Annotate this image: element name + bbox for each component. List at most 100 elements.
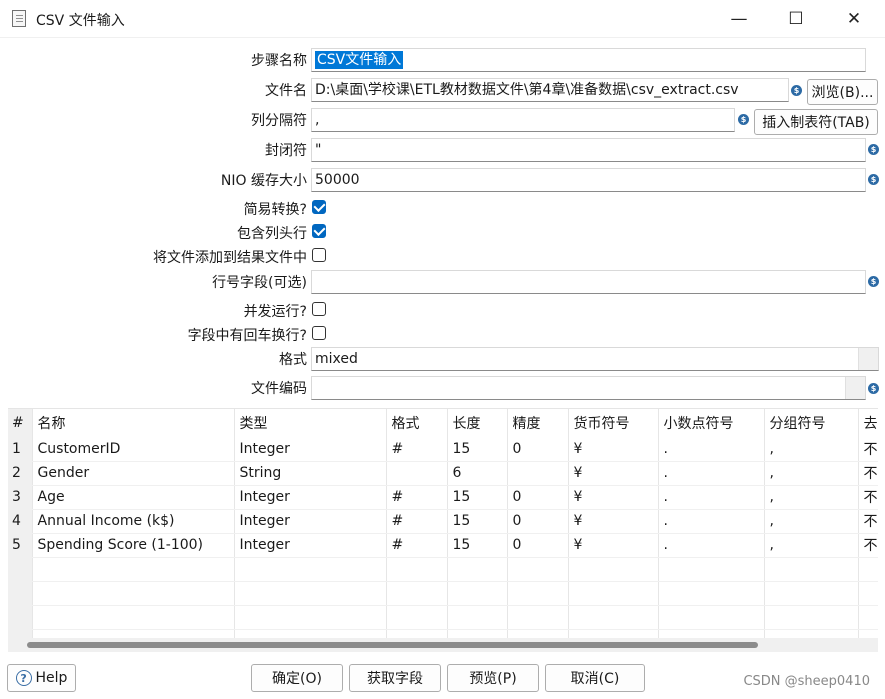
table-cell[interactable]	[386, 605, 448, 630]
lazy-conversion-checkbox[interactable]	[312, 200, 326, 214]
table-cell[interactable]: Integer	[234, 437, 387, 462]
table-cell[interactable]	[507, 557, 569, 582]
table-cell[interactable]: 15	[447, 485, 508, 510]
table-cell[interactable]: 不去	[858, 437, 878, 462]
format-select[interactable]: mixed	[311, 347, 879, 371]
table-cell[interactable]: .	[658, 461, 765, 486]
format-dropdown-arrow-icon[interactable]	[858, 348, 878, 370]
table-cell[interactable]: Annual Income (k$)	[32, 509, 235, 534]
help-button[interactable]: ? Help	[7, 664, 76, 692]
column-header[interactable]: 格式	[386, 409, 448, 437]
variable-icon[interactable]: $	[868, 174, 879, 185]
column-header[interactable]: 名称	[32, 409, 235, 437]
column-header[interactable]: 分组符号	[764, 409, 859, 437]
table-cell[interactable]	[32, 581, 235, 606]
table-cell[interactable]	[858, 557, 878, 582]
table-cell[interactable]	[568, 605, 659, 630]
table-cell[interactable]: .	[658, 533, 765, 558]
table-cell[interactable]: #	[386, 437, 448, 462]
table-cell[interactable]	[658, 581, 765, 606]
minimize-button[interactable]: —	[710, 0, 768, 38]
close-button[interactable]: ✕	[825, 0, 883, 38]
maximize-button[interactable]: ☐	[767, 0, 825, 38]
table-cell[interactable]	[447, 605, 508, 630]
table-cell[interactable]: 0	[507, 509, 569, 534]
table-cell[interactable]	[507, 461, 569, 486]
column-header[interactable]: 去除	[858, 409, 878, 437]
header-row-checkbox[interactable]	[312, 224, 326, 238]
variable-icon[interactable]: $	[868, 383, 879, 394]
table-cell[interactable]: .	[658, 509, 765, 534]
table-cell[interactable]	[764, 557, 859, 582]
table-row[interactable]	[8, 557, 878, 582]
table-cell[interactable]: 不去	[858, 509, 878, 534]
enclosure-input[interactable]: "	[311, 138, 866, 162]
newline-in-field-checkbox[interactable]	[312, 326, 326, 340]
table-cell[interactable]	[568, 581, 659, 606]
table-cell[interactable]: Gender	[32, 461, 235, 486]
column-header[interactable]: #	[8, 409, 33, 437]
column-header[interactable]: 类型	[234, 409, 387, 437]
table-cell[interactable]	[658, 605, 765, 630]
filename-input[interactable]: D:\桌面\学校课\ETL教材数据文件\第4章\准备数据\csv_extract…	[311, 78, 789, 102]
table-cell[interactable]	[32, 605, 235, 630]
table-row[interactable]: 2GenderString 6 ¥.,不去	[8, 461, 878, 486]
table-cell[interactable]: #	[386, 485, 448, 510]
variable-icon[interactable]: $	[868, 144, 879, 155]
nio-buffer-input[interactable]: 50000	[311, 168, 866, 192]
table-cell[interactable]	[447, 581, 508, 606]
insert-tab-button[interactable]: 插入制表符(TAB)	[754, 109, 878, 135]
table-cell[interactable]: 不去	[858, 461, 878, 486]
table-cell[interactable]	[234, 581, 387, 606]
table-cell[interactable]	[858, 605, 878, 630]
step-name-input[interactable]: CSV文件输入	[311, 48, 866, 72]
table-cell[interactable]	[386, 581, 448, 606]
variable-icon[interactable]: $	[791, 85, 802, 96]
table-cell[interactable]	[764, 605, 859, 630]
variable-icon[interactable]: $	[738, 114, 749, 125]
preview-button[interactable]: 预览(P)	[447, 664, 539, 692]
rownum-field-input[interactable]	[311, 270, 866, 294]
table-cell[interactable]: Spending Score (1-100)	[32, 533, 235, 558]
table-cell[interactable]: ¥	[568, 533, 659, 558]
get-fields-button[interactable]: 获取字段	[349, 664, 441, 692]
table-row[interactable]	[8, 581, 878, 606]
table-cell[interactable]: .	[658, 437, 765, 462]
variable-icon[interactable]: $	[868, 276, 879, 287]
table-cell[interactable]: #	[386, 533, 448, 558]
table-cell[interactable]: String	[234, 461, 387, 486]
table-cell[interactable]: ¥	[568, 509, 659, 534]
encoding-select[interactable]	[311, 376, 866, 400]
table-cell[interactable]: ,	[764, 485, 859, 510]
browse-button[interactable]: 浏览(B)...	[807, 79, 878, 105]
table-cell[interactable]	[386, 461, 448, 486]
table-row[interactable]: 5Spending Score (1-100)Integer#150¥.,不去	[8, 533, 878, 558]
table-cell[interactable]	[234, 557, 387, 582]
table-cell[interactable]	[507, 581, 569, 606]
table-cell[interactable]: ¥	[568, 437, 659, 462]
ok-button[interactable]: 确定(O)	[251, 664, 343, 692]
table-cell[interactable]: 0	[507, 437, 569, 462]
table-cell[interactable]: 0	[507, 533, 569, 558]
table-cell[interactable]	[858, 581, 878, 606]
table-cell[interactable]	[234, 605, 387, 630]
table-cell[interactable]	[764, 581, 859, 606]
table-cell[interactable]	[658, 557, 765, 582]
table-cell[interactable]: 不去	[858, 485, 878, 510]
table-row[interactable]: 3AgeInteger#150¥.,不去	[8, 485, 878, 510]
column-header[interactable]: 货币符号	[568, 409, 659, 437]
horizontal-scrollbar[interactable]	[8, 638, 878, 652]
table-cell[interactable]	[32, 557, 235, 582]
table-row[interactable]	[8, 605, 878, 630]
table-cell[interactable]	[447, 557, 508, 582]
table-cell[interactable]: 6	[447, 461, 508, 486]
encoding-dropdown-arrow-icon[interactable]	[845, 377, 865, 399]
table-cell[interactable]: Integer	[234, 509, 387, 534]
table-cell[interactable]: 0	[507, 485, 569, 510]
parallel-checkbox[interactable]	[312, 302, 326, 316]
table-cell[interactable]: ,	[764, 461, 859, 486]
table-cell[interactable]: Age	[32, 485, 235, 510]
table-cell[interactable]: Integer	[234, 485, 387, 510]
table-cell[interactable]: 15	[447, 437, 508, 462]
table-cell[interactable]: #	[386, 509, 448, 534]
